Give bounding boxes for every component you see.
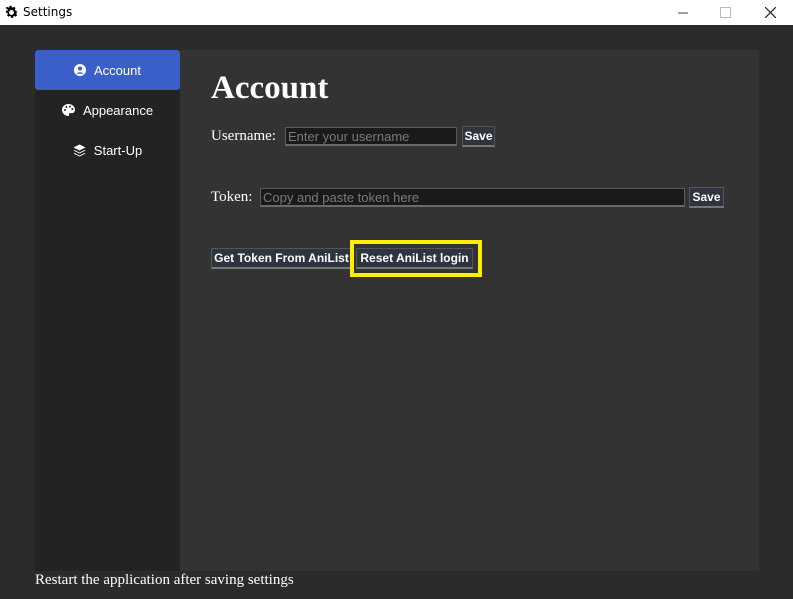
username-save-button[interactable]: Save — [462, 126, 495, 147]
footer-note: Restart the application after saving set… — [35, 572, 294, 588]
sidebar-item-account[interactable]: Account — [35, 50, 180, 90]
palette-icon — [61, 104, 75, 116]
settings-sidebar: Account Appearance Start-Up — [35, 50, 180, 571]
page-title: Account — [211, 70, 329, 106]
token-label: Token: — [211, 189, 253, 205]
get-token-button[interactable]: Get Token From AniList — [211, 248, 352, 269]
account-panel: Account Username: Save Token: Save Get T… — [180, 50, 759, 571]
window-title: Settings — [23, 5, 73, 19]
highlight-box — [350, 240, 482, 277]
minimize-button[interactable] — [661, 0, 706, 25]
close-icon — [765, 7, 776, 18]
layers-icon — [73, 144, 86, 156]
title-bar: Settings — [0, 0, 793, 25]
token-input[interactable] — [260, 188, 685, 207]
sidebar-item-label: Appearance — [82, 102, 154, 118]
sidebar-item-start-up[interactable]: Start-Up — [35, 130, 180, 170]
user-circle-icon — [74, 64, 86, 76]
maximize-button[interactable] — [703, 0, 748, 25]
username-input[interactable] — [285, 127, 457, 146]
gear-icon — [5, 5, 19, 18]
token-save-button[interactable]: Save — [689, 187, 724, 208]
username-label: Username: — [211, 128, 276, 144]
sidebar-item-appearance[interactable]: Appearance — [35, 90, 180, 130]
maximize-icon — [720, 7, 731, 18]
minimize-icon — [678, 12, 688, 14]
close-button[interactable] — [748, 0, 793, 25]
sidebar-item-label: Account — [94, 62, 141, 78]
sidebar-item-label: Start-Up — [93, 142, 143, 158]
